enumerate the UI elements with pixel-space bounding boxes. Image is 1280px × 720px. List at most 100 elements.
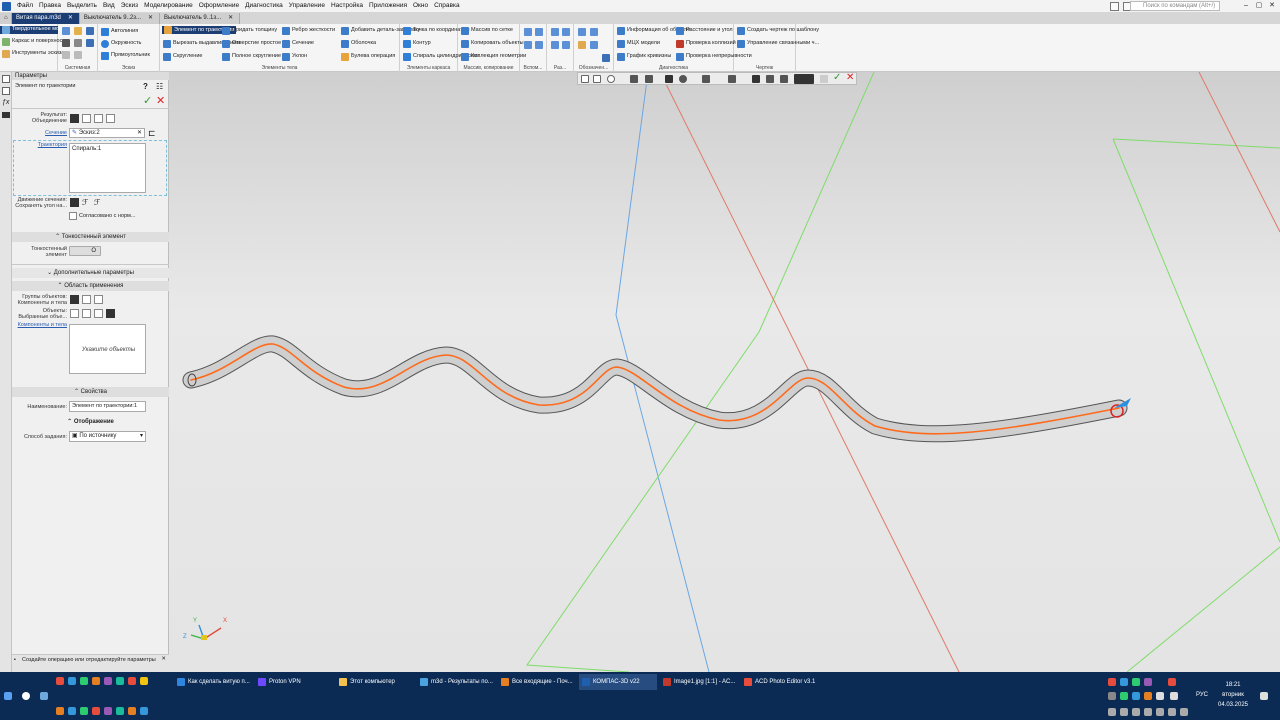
- tray-app-icon[interactable]: [1132, 708, 1140, 716]
- text-icon[interactable]: [602, 54, 610, 62]
- task-mail[interactable]: Все входящие - Поч...: [498, 674, 576, 690]
- aux-plane-icon[interactable]: [524, 28, 532, 36]
- shell-button[interactable]: Оболочка: [341, 40, 376, 48]
- tray-app-icon[interactable]: [1144, 708, 1152, 716]
- tray-app-icon[interactable]: [1132, 678, 1140, 686]
- thin-section-header[interactable]: ⌃ Тонкостенный элемент: [12, 232, 169, 242]
- components-icon[interactable]: [70, 295, 79, 304]
- reject-icon[interactable]: ✕: [846, 72, 854, 83]
- curvature-graph-button[interactable]: График кривизны: [617, 53, 671, 61]
- snap-icon[interactable]: [752, 75, 760, 83]
- tray-app-icon[interactable]: [1132, 692, 1140, 700]
- tree-view-icon[interactable]: ☷: [156, 82, 163, 91]
- roughness-icon[interactable]: [578, 28, 586, 36]
- tray-app-icon[interactable]: [1108, 692, 1116, 700]
- close-icon[interactable]: ✕: [1266, 1, 1278, 11]
- rectangle-button[interactable]: Прямоугольник: [101, 52, 150, 60]
- grid-array-button[interactable]: Массив по сетке: [461, 27, 513, 35]
- area-section-header[interactable]: ⌃ Область применения: [12, 281, 169, 291]
- task-view-icon[interactable]: [40, 692, 48, 700]
- print-icon[interactable]: [62, 39, 70, 47]
- confirm-icon[interactable]: ✓: [833, 72, 841, 83]
- full-fillet-button[interactable]: Полное скругление: [222, 53, 281, 61]
- zoom-fit-icon[interactable]: [581, 75, 589, 83]
- mass-props-button[interactable]: МЦХ модели: [617, 40, 660, 48]
- parallel-icon[interactable]: ℱ: [82, 198, 91, 207]
- variables-icon[interactable]: ƒx: [2, 99, 10, 107]
- menu-modeling[interactable]: Моделирование: [141, 0, 196, 12]
- app-pin-icon[interactable]: [92, 677, 100, 685]
- new-icon[interactable]: [62, 27, 70, 35]
- layout-icon[interactable]: [593, 75, 601, 83]
- section-button[interactable]: Сечение: [282, 40, 314, 48]
- task-image-viewer[interactable]: Image1.jpg [1:1] - AC...: [660, 674, 738, 690]
- app-pin-icon[interactable]: [140, 707, 148, 715]
- app-pin-icon[interactable]: [104, 677, 112, 685]
- open-icon[interactable]: [74, 27, 82, 35]
- create-drawing-button[interactable]: Создать чертеж по шаблону: [737, 27, 819, 35]
- visibility-icon[interactable]: [702, 75, 710, 83]
- thicken-button[interactable]: Придать толщину: [222, 27, 277, 35]
- menu-icon[interactable]: [2, 112, 10, 118]
- app-pin-icon[interactable]: [56, 707, 64, 715]
- tray-app-icon[interactable]: [1120, 708, 1128, 716]
- distance-angle-button[interactable]: Расстояние и угол: [676, 27, 733, 35]
- model-viewport[interactable]: X Y Z: [169, 71, 1280, 673]
- menu-sketch[interactable]: Эскиз: [118, 0, 141, 12]
- menu-view[interactable]: Вид: [100, 0, 118, 12]
- app-pin-icon[interactable]: [128, 677, 136, 685]
- grid-icon[interactable]: [780, 75, 788, 83]
- network-icon[interactable]: [1156, 692, 1164, 700]
- volume-icon[interactable]: [1170, 692, 1178, 700]
- tray-app-icon[interactable]: [1108, 678, 1116, 686]
- intersect-icon[interactable]: [106, 114, 115, 123]
- tab-vitaya-para[interactable]: Витая пара.m3d ✕: [12, 13, 80, 24]
- fillet-button[interactable]: Скругление: [163, 53, 202, 61]
- tab-close-icon[interactable]: ✕: [228, 13, 233, 24]
- hint-close-icon[interactable]: ✕: [161, 656, 166, 663]
- contour-button[interactable]: Контур: [403, 40, 431, 48]
- new-body-icon[interactable]: [82, 114, 91, 123]
- app-pin-icon[interactable]: [68, 707, 76, 715]
- rib-button[interactable]: Ребро жесткости: [282, 27, 335, 35]
- geometry-collection-button[interactable]: Коллекция геометрии: [461, 53, 526, 61]
- section-link[interactable]: Сечение: [12, 130, 67, 136]
- redo-icon[interactable]: [74, 51, 82, 59]
- sketch-edit-icon[interactable]: ⊏: [148, 128, 156, 139]
- pan-icon[interactable]: [630, 75, 638, 83]
- language-indicator[interactable]: РУС: [1196, 692, 1208, 698]
- pick-objects-icon[interactable]: [106, 309, 115, 318]
- app-pin-icon[interactable]: [68, 677, 76, 685]
- name-input[interactable]: Элемент по траектории:1: [69, 401, 146, 412]
- tab-close-icon[interactable]: ✕: [148, 13, 153, 24]
- visible-objects-icon[interactable]: [82, 309, 91, 318]
- menu-settings[interactable]: Настройка: [328, 0, 366, 12]
- task-explorer[interactable]: Этот компьютер: [336, 674, 414, 690]
- maximize-icon[interactable]: ▢: [1253, 1, 1265, 11]
- diameter-dim-icon[interactable]: [562, 41, 570, 49]
- tab-switch-2[interactable]: Выключатель 9..2з... ✕: [79, 13, 161, 24]
- apply-icon[interactable]: ✓: [143, 94, 152, 107]
- components-link[interactable]: Компоненты и тела: [12, 322, 67, 328]
- all-objects-icon[interactable]: [70, 309, 79, 318]
- rotate-icon[interactable]: [645, 75, 653, 83]
- copy-icon[interactable]: [74, 39, 82, 47]
- leader-icon[interactable]: [590, 28, 598, 36]
- objects-list[interactable]: Укажите объекты: [69, 324, 146, 374]
- tray-app-icon[interactable]: [1180, 708, 1188, 716]
- app-pin-icon[interactable]: [140, 677, 148, 685]
- tolerance-icon[interactable]: [590, 41, 598, 49]
- tray-app-icon[interactable]: [1144, 678, 1152, 686]
- app-pin-icon[interactable]: [80, 707, 88, 715]
- aux-point-icon[interactable]: [524, 41, 532, 49]
- task-photo-editor[interactable]: ACD Photo Editor v3.1: [741, 674, 819, 690]
- draft-button[interactable]: Уклон: [282, 53, 307, 61]
- clock[interactable]: 18:21 вторник 04.03.2025: [1216, 680, 1250, 710]
- display-mode-icon[interactable]: [679, 75, 687, 83]
- mode-sketch-tools-button[interactable]: Инструменты эскиза: [2, 50, 64, 58]
- measure-icon[interactable]: [766, 75, 774, 83]
- save-icon[interactable]: [86, 27, 94, 35]
- params-icon[interactable]: [2, 87, 10, 95]
- app-pin-icon[interactable]: [104, 707, 112, 715]
- filter-icon[interactable]: [794, 74, 814, 84]
